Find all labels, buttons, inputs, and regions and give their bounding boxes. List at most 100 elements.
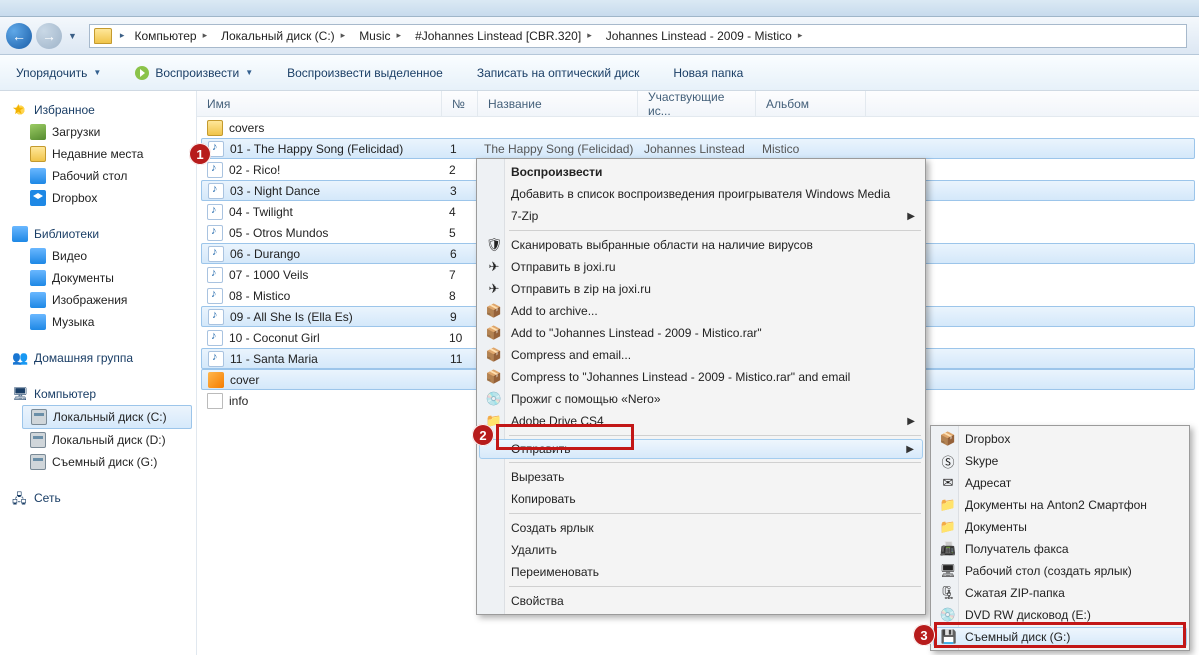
ctx-item[interactable]: ✈Отправить в joxi.ru: [479, 256, 923, 278]
breadcrumb-item[interactable]: Компьютер▸: [126, 29, 213, 43]
sendto-item[interactable]: 📁Документы: [933, 516, 1187, 538]
sendto-item[interactable]: 📠Получатель факса: [933, 538, 1187, 560]
sidebar-video[interactable]: Видео: [0, 245, 196, 267]
breadcrumb[interactable]: ▸ Компьютер▸Локальный диск (C:)▸Music▸#J…: [89, 24, 1187, 48]
sidebar-dropbox[interactable]: Dropbox: [0, 187, 196, 209]
disk-icon: [30, 432, 46, 448]
sidebar: Избранное Загрузки Недавние места Рабочи…: [0, 91, 197, 655]
send-to-submenu[interactable]: 📦DropboxⓈSkype✉Адресат📁Документы на Anto…: [930, 425, 1190, 651]
breadcrumb-item[interactable]: Music▸: [351, 29, 407, 43]
file-icon: [208, 246, 224, 262]
pictures-icon: [30, 292, 46, 308]
ctx-item[interactable]: Свойства: [479, 590, 923, 612]
dropbox-icon: [30, 190, 46, 206]
disk-icon: [31, 409, 47, 425]
file-row[interactable]: covers: [197, 117, 1199, 138]
sidebar-desktop[interactable]: Рабочий стол: [0, 165, 196, 187]
organize-button[interactable]: Упорядочить▼: [10, 62, 107, 84]
back-button[interactable]: ←: [6, 23, 32, 49]
video-icon: [30, 248, 46, 264]
disk-icon: [30, 454, 46, 470]
sidebar-documents[interactable]: Документы: [0, 267, 196, 289]
network-icon: [12, 490, 28, 506]
file-icon: [208, 372, 224, 388]
file-icon: [207, 162, 223, 178]
window-titlebar: [0, 0, 1199, 17]
ctx-item[interactable]: Копировать: [479, 488, 923, 510]
homegroup-icon: [12, 350, 28, 366]
col-name[interactable]: Имя: [197, 91, 442, 116]
file-icon: [207, 393, 223, 409]
sidebar-recent[interactable]: Недавние места: [0, 143, 196, 165]
ctx-item[interactable]: 📁Adobe Drive CS4▶: [479, 410, 923, 432]
sidebar-homegroup[interactable]: Домашняя группа: [0, 347, 196, 369]
ctx-item[interactable]: Удалить: [479, 539, 923, 561]
ctx-item[interactable]: Переименовать: [479, 561, 923, 583]
col-album[interactable]: Альбом: [756, 91, 866, 116]
desktop-icon: [30, 168, 46, 184]
ctx-item[interactable]: 📦Compress to "Johannes Linstead - 2009 -…: [479, 366, 923, 388]
ctx-item[interactable]: Вырезать: [479, 466, 923, 488]
computer-icon: [12, 386, 28, 402]
ctx-item[interactable]: Добавить в список воспроизведения проигр…: [479, 183, 923, 205]
libraries-icon: [12, 226, 28, 242]
breadcrumb-item[interactable]: Локальный диск (C:)▸: [213, 29, 351, 43]
ctx-item[interactable]: 🛡Сканировать выбранные области на наличи…: [479, 234, 923, 256]
file-row[interactable]: 01 - The Happy Song (Felicidad)1The Happ…: [201, 138, 1195, 159]
ctx-item[interactable]: 📦Add to archive...: [479, 300, 923, 322]
context-menu[interactable]: ВоспроизвестиДобавить в список воспроизв…: [476, 158, 926, 615]
history-dropdown[interactable]: ▼: [66, 31, 79, 41]
col-title[interactable]: Название: [478, 91, 638, 116]
sendto-item[interactable]: 📁Документы на Anton2 Смартфон: [933, 494, 1187, 516]
play-selection-button[interactable]: Воспроизвести выделенное: [281, 62, 449, 84]
sendto-item[interactable]: ⓈSkype: [933, 450, 1187, 472]
toolbar: Упорядочить▼ Воспроизвести▼ Воспроизвест…: [0, 55, 1199, 91]
sidebar-libraries[interactable]: Библиотеки: [0, 223, 196, 245]
sendto-item[interactable]: 🖥Рабочий стол (создать ярлык): [933, 560, 1187, 582]
ctx-item[interactable]: ✈Отправить в zip на joxi.ru: [479, 278, 923, 300]
ctx-item[interactable]: 💿Прожиг с помощью «Nero»: [479, 388, 923, 410]
downloads-icon: [30, 124, 46, 140]
file-icon: [208, 309, 224, 325]
sidebar-music[interactable]: Музыка: [0, 311, 196, 333]
ctx-item[interactable]: 7-Zip▶: [479, 205, 923, 227]
ctx-item[interactable]: 📦Add to "Johannes Linstead - 2009 - Mist…: [479, 322, 923, 344]
music-icon: [30, 314, 46, 330]
sidebar-disk-d[interactable]: Локальный диск (D:): [0, 429, 196, 451]
breadcrumb-item[interactable]: #Johannes Linstead [CBR.320]▸: [407, 29, 598, 43]
ctx-item[interactable]: Создать ярлык: [479, 517, 923, 539]
sidebar-pictures[interactable]: Изображения: [0, 289, 196, 311]
sendto-item[interactable]: 🗜Сжатая ZIP-папка: [933, 582, 1187, 604]
sidebar-downloads[interactable]: Загрузки: [0, 121, 196, 143]
ctx-item[interactable]: Отправить▶: [479, 439, 923, 459]
file-icon: [207, 288, 223, 304]
callout-2: 2: [472, 424, 494, 446]
play-button[interactable]: Воспроизвести▼: [129, 62, 259, 84]
breadcrumb-item[interactable]: Johannes Linstead - 2009 - Mistico▸: [598, 29, 809, 43]
sendto-item[interactable]: 📦Dropbox: [933, 428, 1187, 450]
file-icon: [207, 330, 223, 346]
col-num[interactable]: №: [442, 91, 478, 116]
star-icon: [12, 102, 28, 118]
sidebar-network[interactable]: Сеть: [0, 487, 196, 509]
folder-icon: [94, 28, 112, 44]
column-headers: Имя № Название Участвующие ис... Альбом: [197, 91, 1199, 117]
sendto-item[interactable]: 💿DVD RW дисковод (E:): [933, 604, 1187, 626]
sidebar-favorites[interactable]: Избранное: [0, 99, 196, 121]
new-folder-button[interactable]: Новая папка: [667, 62, 749, 84]
ctx-item[interactable]: 📦Compress and email...: [479, 344, 923, 366]
callout-1: 1: [189, 143, 211, 165]
sidebar-disk-g[interactable]: Съемный диск (G:): [0, 451, 196, 473]
root-chevron[interactable]: ▸: [118, 30, 127, 41]
forward-button[interactable]: →: [36, 23, 62, 49]
sidebar-computer[interactable]: Компьютер: [0, 383, 196, 405]
file-icon: [208, 351, 224, 367]
sendto-item[interactable]: ✉Адресат: [933, 472, 1187, 494]
burn-button[interactable]: Записать на оптический диск: [471, 62, 646, 84]
file-icon: [207, 120, 223, 136]
ctx-item[interactable]: Воспроизвести: [479, 161, 923, 183]
sidebar-disk-c[interactable]: Локальный диск (C:): [22, 405, 192, 429]
col-artist[interactable]: Участвующие ис...: [638, 91, 756, 116]
sendto-item[interactable]: 💾Съемный диск (G:): [933, 627, 1187, 647]
file-icon: [207, 204, 223, 220]
